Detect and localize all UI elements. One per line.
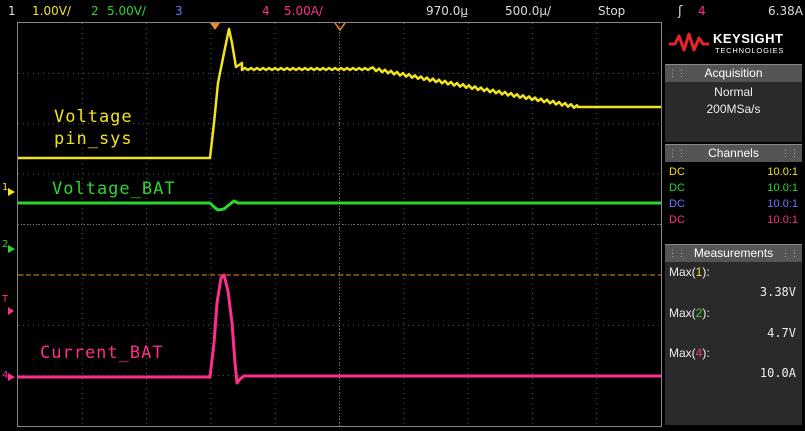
brand-name: KEYSIGHT	[713, 31, 784, 46]
status-bar: 1 1.00V/ 2 5.00V/ 3 4 5.00A/ 970.0µ̱ 500…	[0, 0, 805, 22]
measurement-1-value: 3.38V	[759, 285, 796, 299]
brand-logo: KEYSIGHT TECHNOLOGIES	[665, 24, 803, 62]
waveform-display[interactable]: Voltage pin_sys Voltage_BAT Current_BAT	[17, 22, 662, 427]
keysight-wave-icon	[669, 32, 709, 52]
trigger-edge-icon: ʃ	[678, 4, 683, 19]
probe-ratio: 10.0:1	[767, 198, 798, 210]
probe-ratio: 10.0:1	[767, 214, 798, 226]
voltage-sys-label-line2: pin_sys	[54, 129, 133, 149]
ch3-number[interactable]: 3	[175, 4, 183, 18]
measurement-2-label: Max(2):	[669, 306, 710, 320]
trigger-channel[interactable]: 4	[698, 4, 706, 18]
channel-row-4[interactable]: DC 10.0:1	[667, 214, 800, 227]
channel-row-3[interactable]: DC 10.0:1	[667, 198, 800, 211]
ch2-number[interactable]: 2	[91, 4, 99, 18]
measurements-body: Max(1): 3.38V Max(2): 4.7V Max(4): 10.0A	[665, 262, 802, 425]
measurement-3-value: 10.0A	[759, 366, 796, 380]
time-scale[interactable]: 500.0µ/	[505, 4, 551, 18]
channels-body: DC 10.0:1 DC 10.0:1 DC 10.0:1 DC 10.0:1	[665, 162, 802, 234]
channel-row-1[interactable]: DC 10.0:1	[667, 166, 800, 179]
current-bat-label: Current_BAT	[40, 343, 164, 363]
channels-header[interactable]: ⋮⋮ Channels ⋮⋮	[665, 144, 802, 162]
voltage-bat-label: Voltage_BAT	[52, 179, 176, 199]
coupling: DC	[669, 214, 685, 226]
ch2-scale[interactable]: 5.00V/	[107, 4, 146, 18]
brand-sub: TECHNOLOGIES	[715, 46, 785, 55]
grip-icon: ⋮⋮	[781, 148, 799, 158]
measurement-2-value: 4.7V	[767, 326, 796, 340]
grip-icon: ⋮⋮	[668, 248, 686, 258]
measurements-header[interactable]: ⋮⋮ Measurements ⋮⋮	[665, 244, 802, 262]
grip-icon: ⋮⋮	[668, 68, 686, 78]
grip-icon: ⋮⋮	[668, 148, 686, 158]
trigger-level[interactable]: 6.38A	[768, 4, 803, 18]
coupling: DC	[669, 166, 685, 178]
run-state[interactable]: Stop	[598, 4, 625, 18]
acquisition-body: Normal 200MSa/s	[665, 82, 802, 142]
acquisition-rate: 200MSa/s	[706, 102, 761, 116]
channel-row-2[interactable]: DC 10.0:1	[667, 182, 800, 195]
acquisition-header[interactable]: ⋮⋮ Acquisition	[665, 64, 802, 82]
ch1-number[interactable]: 1	[8, 4, 16, 18]
grip-icon: ⋮⋮	[781, 248, 799, 258]
coupling: DC	[669, 182, 685, 194]
trigger-position-marker	[210, 23, 220, 30]
probe-ratio: 10.0:1	[767, 182, 798, 194]
measurements-title: Measurements	[693, 246, 774, 260]
side-panel: KEYSIGHT TECHNOLOGIES ⋮⋮ Acquisition Nor…	[663, 22, 805, 427]
waveform-canvas	[18, 23, 661, 426]
acquisition-mode: Normal	[714, 85, 753, 99]
channels-title: Channels	[708, 146, 759, 160]
acquisition-title: Acquisition	[704, 66, 763, 80]
probe-ratio: 10.0:1	[767, 166, 798, 178]
channel-marker-strip: 1 2 T 4	[0, 22, 17, 427]
ch1-scale[interactable]: 1.00V/	[32, 4, 71, 18]
voltage-sys-label-line1: Voltage	[54, 107, 133, 127]
measurement-1-label: Max(1):	[669, 265, 710, 279]
measurement-3-label: Max(4):	[669, 346, 710, 360]
coupling: DC	[669, 198, 685, 210]
ch4-number[interactable]: 4	[262, 4, 270, 18]
time-offset[interactable]: 970.0µ̱	[426, 4, 468, 18]
ch4-scale[interactable]: 5.00A/	[284, 4, 323, 18]
